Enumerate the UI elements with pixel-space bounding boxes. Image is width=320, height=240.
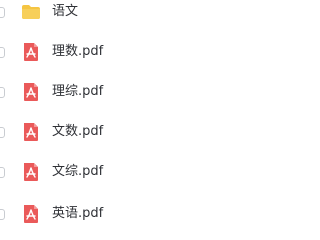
row-checkbox[interactable] <box>0 7 5 18</box>
list-item-file[interactable]: 文数.pdf <box>0 114 300 154</box>
file-name: 文综.pdf <box>52 164 104 179</box>
list-item-folder[interactable]: 语文 <box>0 0 300 34</box>
pdf-icon <box>21 204 41 224</box>
file-name: 文数.pdf <box>52 124 104 139</box>
file-list: 语文 理数.pdf 理综.pdf 文数.pdf 文综.pdf 英语.pdf <box>0 0 300 225</box>
pdf-icon <box>21 82 41 102</box>
list-item-file[interactable]: 理综.pdf <box>0 74 300 114</box>
folder-icon <box>21 2 41 22</box>
file-name: 理综.pdf <box>52 84 104 99</box>
list-item-file[interactable]: 理数.pdf <box>0 34 300 74</box>
row-checkbox[interactable] <box>0 209 5 220</box>
row-checkbox[interactable] <box>0 47 5 58</box>
file-name: 英语.pdf <box>52 206 104 221</box>
pdf-icon <box>21 162 41 182</box>
row-checkbox[interactable] <box>0 127 5 138</box>
pdf-icon <box>21 42 41 62</box>
row-checkbox[interactable] <box>0 167 5 178</box>
file-name: 理数.pdf <box>52 44 104 59</box>
pdf-icon <box>21 122 41 142</box>
file-name: 语文 <box>52 4 79 19</box>
list-item-file[interactable]: 英语.pdf <box>0 196 300 236</box>
row-checkbox[interactable] <box>0 87 5 98</box>
list-item-file[interactable]: 文综.pdf <box>0 154 300 194</box>
